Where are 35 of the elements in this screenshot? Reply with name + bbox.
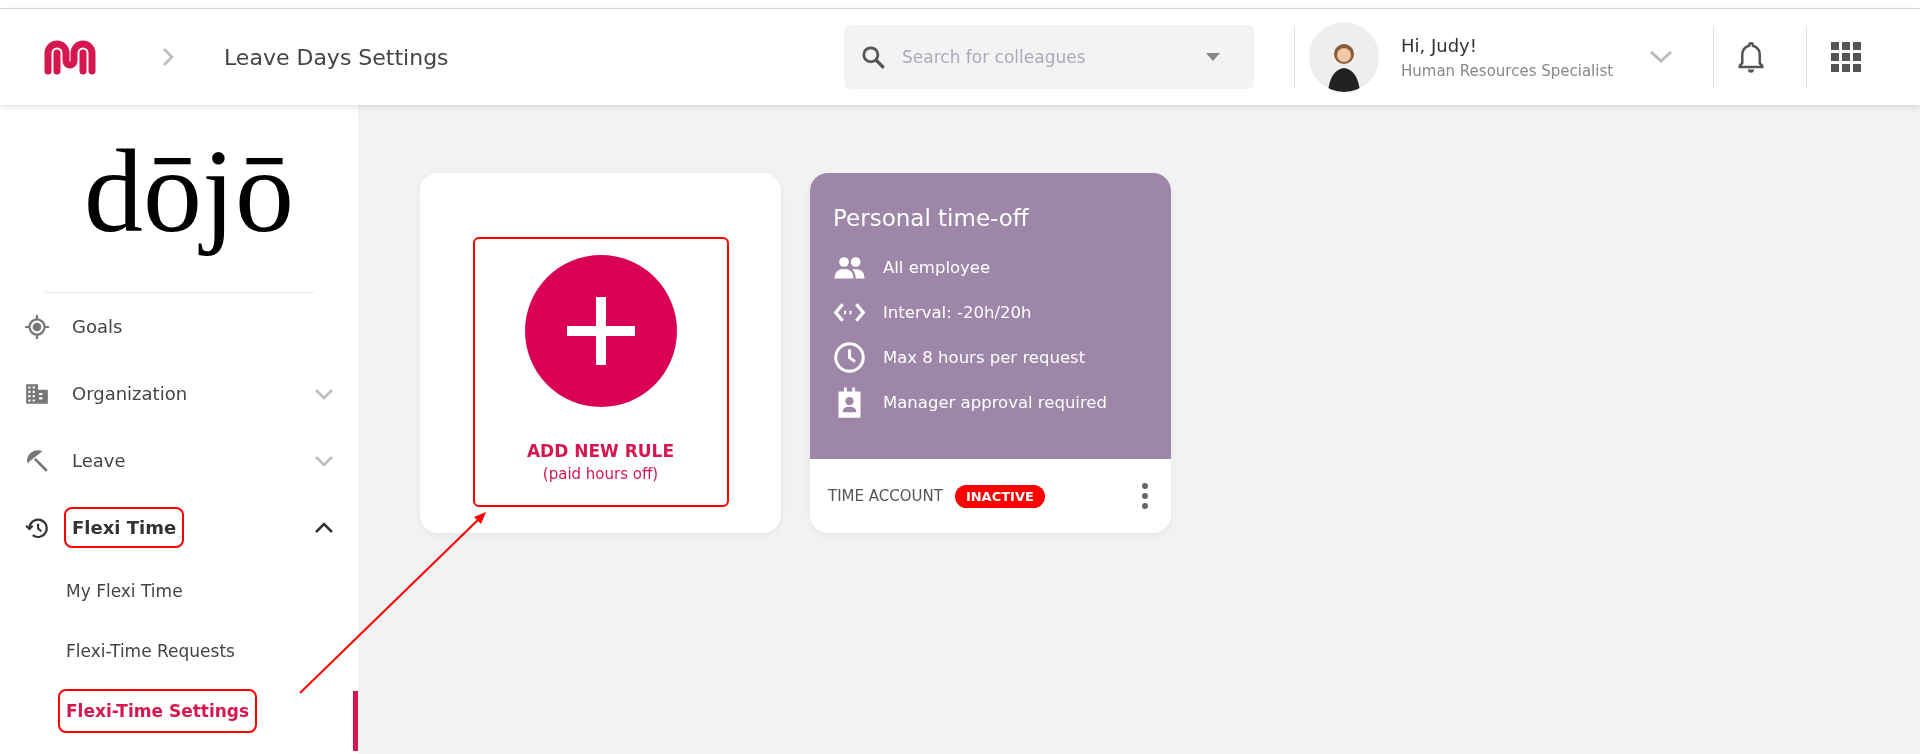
nav-subitem[interactable]: Flexi-Time Settings <box>58 689 258 733</box>
rule-detail: Manager approval required <box>883 393 1107 412</box>
nav-item[interactable]: Organization <box>64 373 196 414</box>
search-field[interactable]: Search for colleagues <box>844 25 1254 89</box>
rule-title: Personal time-off <box>833 205 1030 231</box>
status-badge: INACTIVE <box>954 484 1045 508</box>
page-title: Leave Days Settings <box>224 44 450 70</box>
chevron-up-icon[interactable] <box>314 521 334 534</box>
app-grid-icon[interactable] <box>1831 42 1861 72</box>
target-icon <box>24 313 50 340</box>
user-greeting: Hi, Judy! <box>1401 34 1478 56</box>
clock-icon <box>833 341 866 374</box>
more-options-icon[interactable] <box>1141 482 1149 510</box>
nav-item[interactable]: Leave <box>64 440 134 481</box>
dojo-logo: dōjō <box>83 133 295 259</box>
add-rule-label: ADD NEW RULE <box>526 441 675 461</box>
rule-detail: Interval: -20h/20h <box>883 303 1032 322</box>
nav-subitem[interactable]: My Flexi Time <box>58 569 191 613</box>
nav-subitem[interactable]: Flexi-Time Requests <box>58 629 243 673</box>
add-rule-button[interactable]: ADD NEW RULE (paid hours off) <box>472 237 729 507</box>
add-rule-subtitle: (paid hours off) <box>542 465 659 483</box>
search-icon <box>860 44 886 70</box>
user-role: Human Resources Specialist <box>1401 61 1615 80</box>
footer-label: TIME ACCOUNT <box>828 487 943 505</box>
caret-down-icon <box>1206 53 1220 61</box>
rule-card[interactable]: Personal time-off All employee Interval: -20h/20h Max 8 hours per request Manager approval required TIME ACCOUNT INACTIVE <box>810 173 1171 533</box>
nav-item[interactable]: Goals <box>64 306 131 347</box>
active-indicator <box>353 691 358 751</box>
chevron-right-icon <box>162 47 174 67</box>
nav-item[interactable]: Flexi Time <box>64 507 185 548</box>
umbrella-icon <box>24 447 50 474</box>
rule-detail: All employee <box>883 258 991 277</box>
plus-circle-icon <box>524 255 677 407</box>
notification-bell-icon[interactable] <box>1736 39 1766 75</box>
rule-detail: Max 8 hours per request <box>883 348 1086 367</box>
